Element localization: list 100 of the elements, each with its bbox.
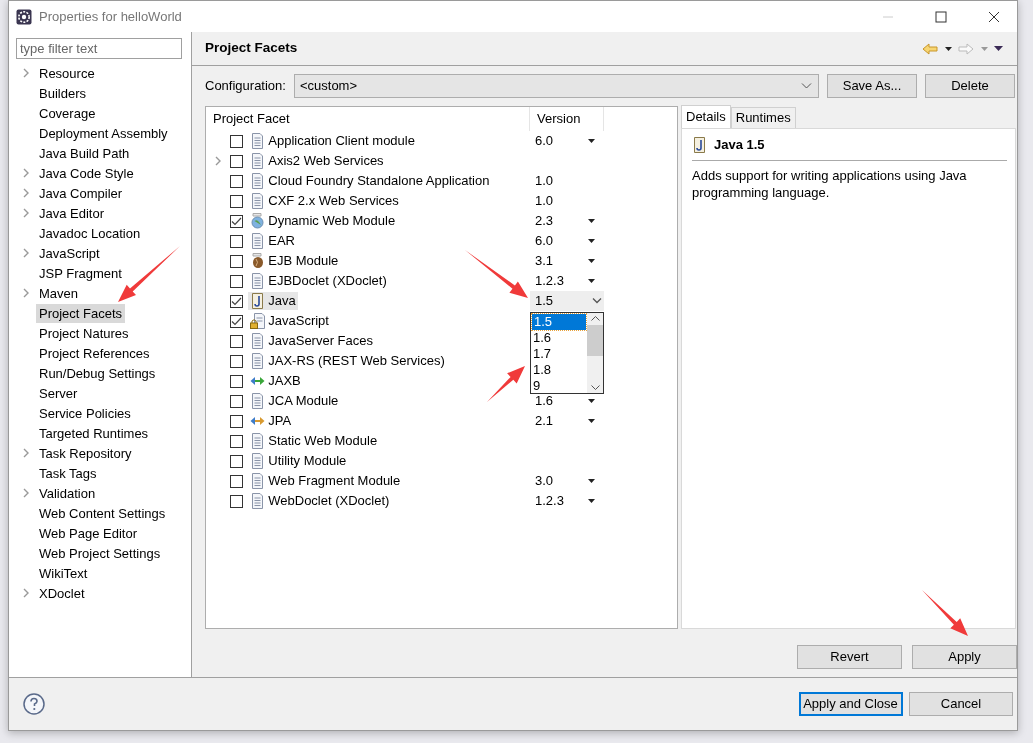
facet-name[interactable]: Web Fragment Module: [268, 472, 401, 490]
expand-chevron-icon[interactable]: [22, 248, 30, 258]
checkbox[interactable]: [230, 334, 243, 348]
checkbox[interactable]: [230, 434, 243, 448]
checkbox[interactable]: [230, 294, 243, 308]
dropdown-option[interactable]: 1.7: [531, 346, 587, 362]
dropdown-option[interactable]: 9: [531, 378, 587, 394]
expand-chevron-icon[interactable]: [22, 68, 30, 78]
tab[interactable]: Details: [681, 105, 731, 128]
save-as-button[interactable]: Save As...: [827, 74, 917, 98]
apply-and-close-button[interactable]: Apply and Close: [798, 692, 903, 716]
tree-item[interactable]: Java Compiler: [36, 183, 126, 203]
dropdown-option[interactable]: 1.8: [531, 362, 587, 378]
checkbox[interactable]: [230, 454, 243, 468]
checkbox[interactable]: [230, 154, 243, 168]
facet-name[interactable]: EAR: [268, 232, 295, 250]
tree-item[interactable]: Java Editor: [36, 203, 108, 223]
maximize-icon[interactable]: [935, 10, 947, 23]
help-icon[interactable]: [23, 693, 45, 715]
tab[interactable]: Runtimes: [730, 107, 796, 128]
tree-item[interactable]: WikiText: [36, 563, 91, 583]
tree-item[interactable]: Run/Debug Settings: [36, 363, 159, 383]
tree-item[interactable]: Javadoc Location: [36, 223, 144, 243]
checkbox[interactable]: [230, 134, 243, 148]
tree-item[interactable]: Project Facets: [36, 303, 126, 323]
checkbox[interactable]: [230, 494, 243, 508]
apply-button[interactable]: Apply: [912, 645, 1017, 669]
facet-name[interactable]: Axis2 Web Services: [268, 152, 384, 170]
tree-item[interactable]: Deployment Assembly: [36, 123, 171, 143]
dropdown-caret-icon[interactable]: [944, 46, 952, 51]
facet-name[interactable]: CXF 2.x Web Services: [268, 192, 399, 210]
tree-item[interactable]: Task Tags: [36, 463, 100, 483]
tree-item[interactable]: Validation: [36, 483, 99, 503]
checkbox[interactable]: [230, 354, 243, 368]
tree-item[interactable]: Server: [36, 383, 81, 403]
dropdown-caret-icon[interactable]: [588, 219, 595, 223]
tree-item[interactable]: Task Repository: [36, 443, 135, 463]
checkbox[interactable]: [230, 254, 243, 268]
tree-item[interactable]: Builders: [36, 83, 89, 103]
facet-name[interactable]: EJB Module: [268, 252, 339, 270]
view-menu-icon[interactable]: [994, 46, 1003, 51]
tree-item[interactable]: Project References: [36, 343, 153, 363]
checkbox[interactable]: [230, 394, 243, 408]
expand-chevron-icon[interactable]: [214, 156, 222, 166]
facet-name[interactable]: JavaServer Faces: [268, 332, 373, 350]
tree-item[interactable]: Coverage: [36, 103, 99, 123]
dropdown-option[interactable]: 1.6: [531, 330, 587, 346]
tree-item[interactable]: Service Policies: [36, 403, 134, 423]
dropdown-caret-icon[interactable]: [588, 279, 595, 283]
tree-item[interactable]: Maven: [36, 283, 82, 303]
facet-name[interactable]: JCA Module: [268, 392, 339, 410]
facet-name[interactable]: WebDoclet (XDoclet): [268, 492, 390, 510]
tree-item[interactable]: XDoclet: [36, 583, 88, 603]
expand-chevron-icon[interactable]: [22, 208, 30, 218]
configuration-dropdown[interactable]: <custom>: [293, 74, 819, 98]
delete-button[interactable]: Delete: [925, 74, 1015, 98]
checkbox[interactable]: [230, 174, 243, 188]
tree-item[interactable]: Targeted Runtimes: [36, 423, 152, 443]
facet-name[interactable]: JPA: [268, 412, 292, 430]
chevron-up-icon[interactable]: [590, 316, 600, 321]
expand-chevron-icon[interactable]: [22, 488, 30, 498]
cancel-button[interactable]: Cancel: [909, 692, 1013, 716]
tree-item[interactable]: Resource: [36, 63, 98, 83]
dropdown-caret-icon[interactable]: [588, 139, 595, 143]
tree-item[interactable]: Java Build Path: [36, 143, 133, 163]
facet-name[interactable]: JAXB: [268, 372, 301, 390]
expand-chevron-icon[interactable]: [22, 168, 30, 178]
tree-item[interactable]: Web Page Editor: [36, 523, 141, 543]
scrollbar[interactable]: [587, 313, 603, 393]
tree-item[interactable]: Project Natures: [36, 323, 132, 343]
facet-name[interactable]: Dynamic Web Module: [268, 212, 396, 230]
checkbox[interactable]: [230, 194, 243, 208]
expand-chevron-icon[interactable]: [22, 188, 30, 198]
facet-name[interactable]: EJBDoclet (XDoclet): [268, 272, 387, 290]
close-icon[interactable]: [988, 10, 1000, 23]
dropdown-caret-icon[interactable]: [588, 399, 595, 403]
tree-item[interactable]: Web Content Settings: [36, 503, 169, 523]
expand-chevron-icon[interactable]: [22, 288, 30, 298]
checkbox[interactable]: [230, 274, 243, 288]
checkbox[interactable]: [230, 214, 243, 228]
dropdown-caret-icon[interactable]: [588, 239, 595, 243]
facet-name[interactable]: JAX-RS (REST Web Services): [268, 352, 445, 370]
tree-item[interactable]: JavaScript: [36, 243, 103, 263]
tree-item[interactable]: Web Project Settings: [36, 543, 164, 563]
revert-button[interactable]: Revert: [797, 645, 902, 669]
filter-field[interactable]: type filter text: [16, 38, 182, 59]
checkbox[interactable]: [230, 314, 243, 328]
dropdown-caret-icon[interactable]: [588, 499, 595, 503]
tree-item[interactable]: JSP Fragment: [36, 263, 125, 283]
facet-name[interactable]: JavaScript: [268, 312, 329, 330]
expand-chevron-icon[interactable]: [22, 448, 30, 458]
facet-name[interactable]: Utility Module: [268, 452, 347, 470]
dropdown-caret-icon[interactable]: [588, 419, 595, 423]
checkbox[interactable]: [230, 474, 243, 488]
dropdown-option[interactable]: 1.5: [532, 314, 586, 330]
facet-name[interactable]: Static Web Module: [268, 432, 378, 450]
facet-name[interactable]: Application Client module: [268, 132, 415, 150]
expand-chevron-icon[interactable]: [22, 588, 30, 598]
dropdown-caret-icon[interactable]: [588, 259, 595, 263]
checkbox[interactable]: [230, 414, 243, 428]
